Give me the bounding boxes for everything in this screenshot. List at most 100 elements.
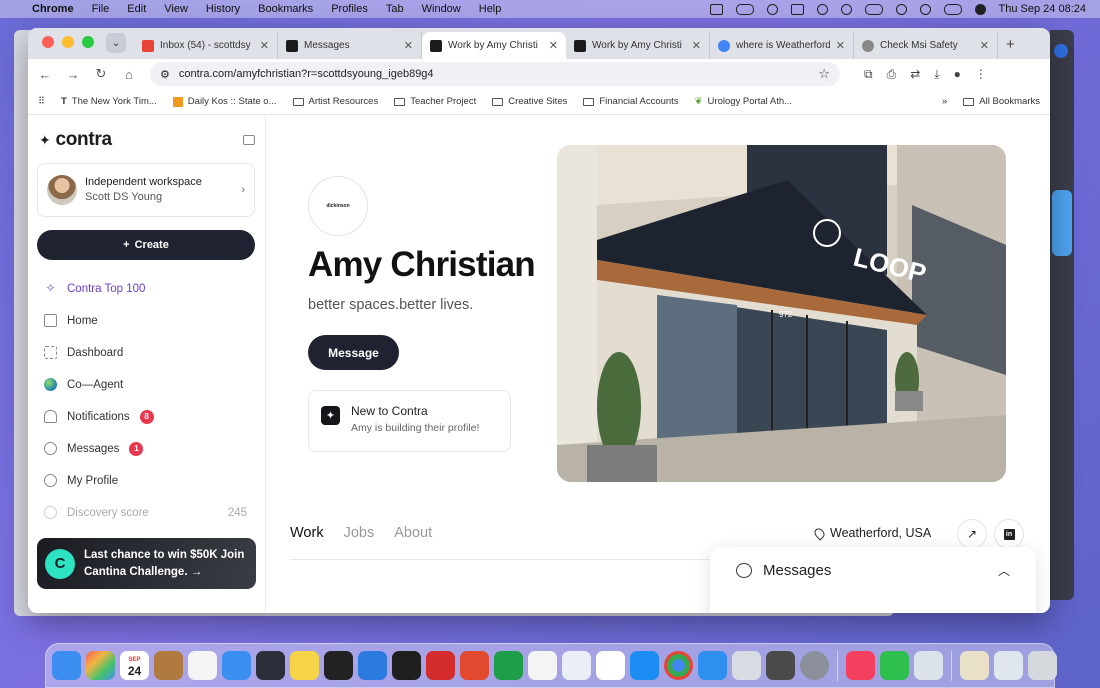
tab-search-chevron-icon[interactable]: ⌄ bbox=[106, 33, 126, 53]
sync-icon[interactable] bbox=[766, 3, 778, 15]
contra-logo[interactable]: ✦ contra bbox=[39, 129, 112, 151]
cantina-promo-banner[interactable]: C Last chance to win $50K Join Cantina C… bbox=[37, 538, 256, 589]
spotlight-search-icon[interactable] bbox=[919, 3, 931, 15]
calendar-icon[interactable]: SEP 24 bbox=[120, 651, 149, 680]
textedit-icon[interactable] bbox=[188, 651, 217, 680]
siri-icon[interactable] bbox=[974, 3, 986, 15]
chrome-icon[interactable] bbox=[664, 651, 693, 680]
download-icon[interactable]: ⤓ bbox=[934, 67, 939, 82]
translate-icon[interactable]: ⇄ bbox=[910, 67, 920, 81]
numbers-icon[interactable] bbox=[494, 651, 523, 680]
reload-icon[interactable]: ↻ bbox=[94, 66, 108, 82]
sidebar-item-profile[interactable]: My Profile bbox=[37, 471, 255, 490]
contacts-icon[interactable] bbox=[154, 651, 183, 680]
iphone-mirroring-icon[interactable] bbox=[732, 651, 761, 680]
back-arrow-icon[interactable]: ← bbox=[38, 67, 52, 82]
word-status-icon[interactable] bbox=[735, 3, 754, 15]
messages-widget[interactable]: Messages ︿ bbox=[710, 547, 1036, 613]
workspace-switcher[interactable]: Independent workspace Scott DS Young › bbox=[37, 163, 255, 217]
profile-avatar-icon[interactable]: ● bbox=[954, 67, 961, 81]
chatgpt-icon[interactable] bbox=[324, 651, 353, 680]
menu-profiles[interactable]: Profiles bbox=[331, 3, 368, 15]
tab-work[interactable]: Work bbox=[290, 525, 324, 541]
share-button[interactable]: ↗ bbox=[957, 519, 987, 549]
display-icon[interactable] bbox=[790, 3, 804, 15]
sidebar-item-dashboard[interactable]: Dashboard bbox=[37, 343, 255, 362]
browser-tab[interactable]: Inbox (54) - scottdsy ✕ bbox=[134, 32, 278, 59]
menu-clock[interactable]: Thu Sep 24 08:24 bbox=[999, 3, 1086, 15]
affinity-icon[interactable] bbox=[256, 651, 285, 680]
bookmark-folder-financial[interactable]: Financial Accounts bbox=[583, 96, 679, 107]
linkedin-button[interactable]: in bbox=[994, 519, 1024, 549]
apps-grid-icon[interactable]: ⠿ bbox=[38, 96, 45, 107]
downloads-folder-icon[interactable] bbox=[994, 651, 1023, 680]
close-tab-icon[interactable]: ✕ bbox=[549, 39, 558, 52]
acrobat-icon[interactable] bbox=[426, 651, 455, 680]
music-icon[interactable] bbox=[846, 651, 875, 680]
site-settings-icon[interactable]: ⚙ bbox=[160, 68, 170, 81]
trash-icon[interactable] bbox=[1028, 651, 1057, 680]
help-icon[interactable] bbox=[1054, 44, 1068, 58]
tab-about[interactable]: About bbox=[394, 525, 432, 541]
close-tab-icon[interactable]: ✕ bbox=[692, 39, 701, 52]
tab-jobs[interactable]: Jobs bbox=[344, 525, 375, 541]
notion-icon[interactable] bbox=[562, 651, 591, 680]
mail-icon[interactable] bbox=[222, 651, 251, 680]
clock-icon[interactable] bbox=[840, 3, 852, 15]
keynote-icon[interactable] bbox=[358, 651, 387, 680]
forward-arrow-icon[interactable]: → bbox=[66, 67, 80, 82]
menu-view[interactable]: View bbox=[164, 3, 188, 15]
close-window-button[interactable] bbox=[42, 36, 54, 48]
notes-icon[interactable] bbox=[290, 651, 319, 680]
preview-icon[interactable] bbox=[914, 651, 943, 680]
sidebar-item-notifications[interactable]: Notifications 8 bbox=[37, 407, 255, 426]
system-settings-icon[interactable] bbox=[800, 651, 829, 680]
bookmark-folder-artist[interactable]: Artist Resources bbox=[292, 96, 378, 107]
bookmark-nytimes[interactable]: T The New York Tim... bbox=[61, 96, 157, 107]
create-button[interactable]: + Create bbox=[37, 230, 255, 260]
browser-tab[interactable]: Messages ✕ bbox=[278, 32, 422, 59]
message-button[interactable]: Message bbox=[308, 335, 399, 370]
close-tab-icon[interactable]: ✕ bbox=[260, 39, 269, 52]
menu-tab[interactable]: Tab bbox=[386, 3, 404, 15]
control-center-icon[interactable] bbox=[943, 3, 962, 15]
close-tab-icon[interactable]: ✕ bbox=[980, 39, 989, 52]
bookmark-urology[interactable]: ❦ Urology Portal Ath... bbox=[695, 96, 792, 107]
browser-tab[interactable]: Check Msi Safety ✕ bbox=[854, 32, 998, 59]
volume-icon[interactable] bbox=[816, 3, 828, 15]
print-icon[interactable]: ⎙ bbox=[887, 67, 897, 82]
cursor-app-icon[interactable] bbox=[392, 651, 421, 680]
sidebar-item-top100[interactable]: ✧ Contra Top 100 bbox=[37, 279, 255, 298]
chevron-up-icon[interactable]: ︿ bbox=[998, 562, 1010, 579]
menu-help[interactable]: Help bbox=[479, 3, 502, 15]
menu-bookmarks[interactable]: Bookmarks bbox=[258, 3, 313, 15]
launchpad-icon[interactable] bbox=[86, 651, 115, 680]
calculator-icon[interactable] bbox=[766, 651, 795, 680]
menu-app-name[interactable]: Chrome bbox=[32, 3, 74, 15]
slack-icon[interactable] bbox=[596, 651, 625, 680]
finder-icon[interactable] bbox=[52, 651, 81, 680]
more-bookmarks-chevron-icon[interactable]: » bbox=[942, 96, 947, 107]
close-tab-icon[interactable]: ✕ bbox=[404, 39, 413, 52]
sidebar-item-discovery[interactable]: Discovery score 245 bbox=[37, 503, 255, 522]
menu-edit[interactable]: Edit bbox=[127, 3, 146, 15]
new-tab-plus-icon[interactable]: + bbox=[998, 36, 1025, 59]
extensions-icon[interactable]: ⧉ bbox=[864, 67, 873, 82]
bookmark-folder-creative[interactable]: Creative Sites bbox=[492, 96, 567, 107]
url-text[interactable]: contra.com/amyfchristian?r=scottdsyoung_… bbox=[179, 68, 434, 80]
menu-window[interactable]: Window bbox=[422, 3, 461, 15]
browser-tab[interactable]: where is Weatherford ✕ bbox=[710, 32, 854, 59]
browser-tab-active[interactable]: Work by Amy Christi ✕ bbox=[422, 32, 566, 59]
document-stack-icon[interactable] bbox=[960, 651, 989, 680]
app-store-icon[interactable] bbox=[630, 651, 659, 680]
blue-app-button[interactable] bbox=[1052, 190, 1072, 256]
safari-icon[interactable] bbox=[698, 651, 727, 680]
bookmark-dailykos[interactable]: Daily Kos :: State o... bbox=[172, 96, 277, 107]
battery-icon[interactable] bbox=[864, 3, 883, 15]
sidebar-item-messages[interactable]: Messages 1 bbox=[37, 439, 255, 458]
bookmark-folder-teacher[interactable]: Teacher Project bbox=[394, 96, 476, 107]
zoom-window-button[interactable] bbox=[82, 36, 94, 48]
browser-tab[interactable]: Work by Amy Christi ✕ bbox=[566, 32, 710, 59]
collapse-sidebar-icon[interactable] bbox=[243, 135, 255, 145]
menu-history[interactable]: History bbox=[206, 3, 240, 15]
